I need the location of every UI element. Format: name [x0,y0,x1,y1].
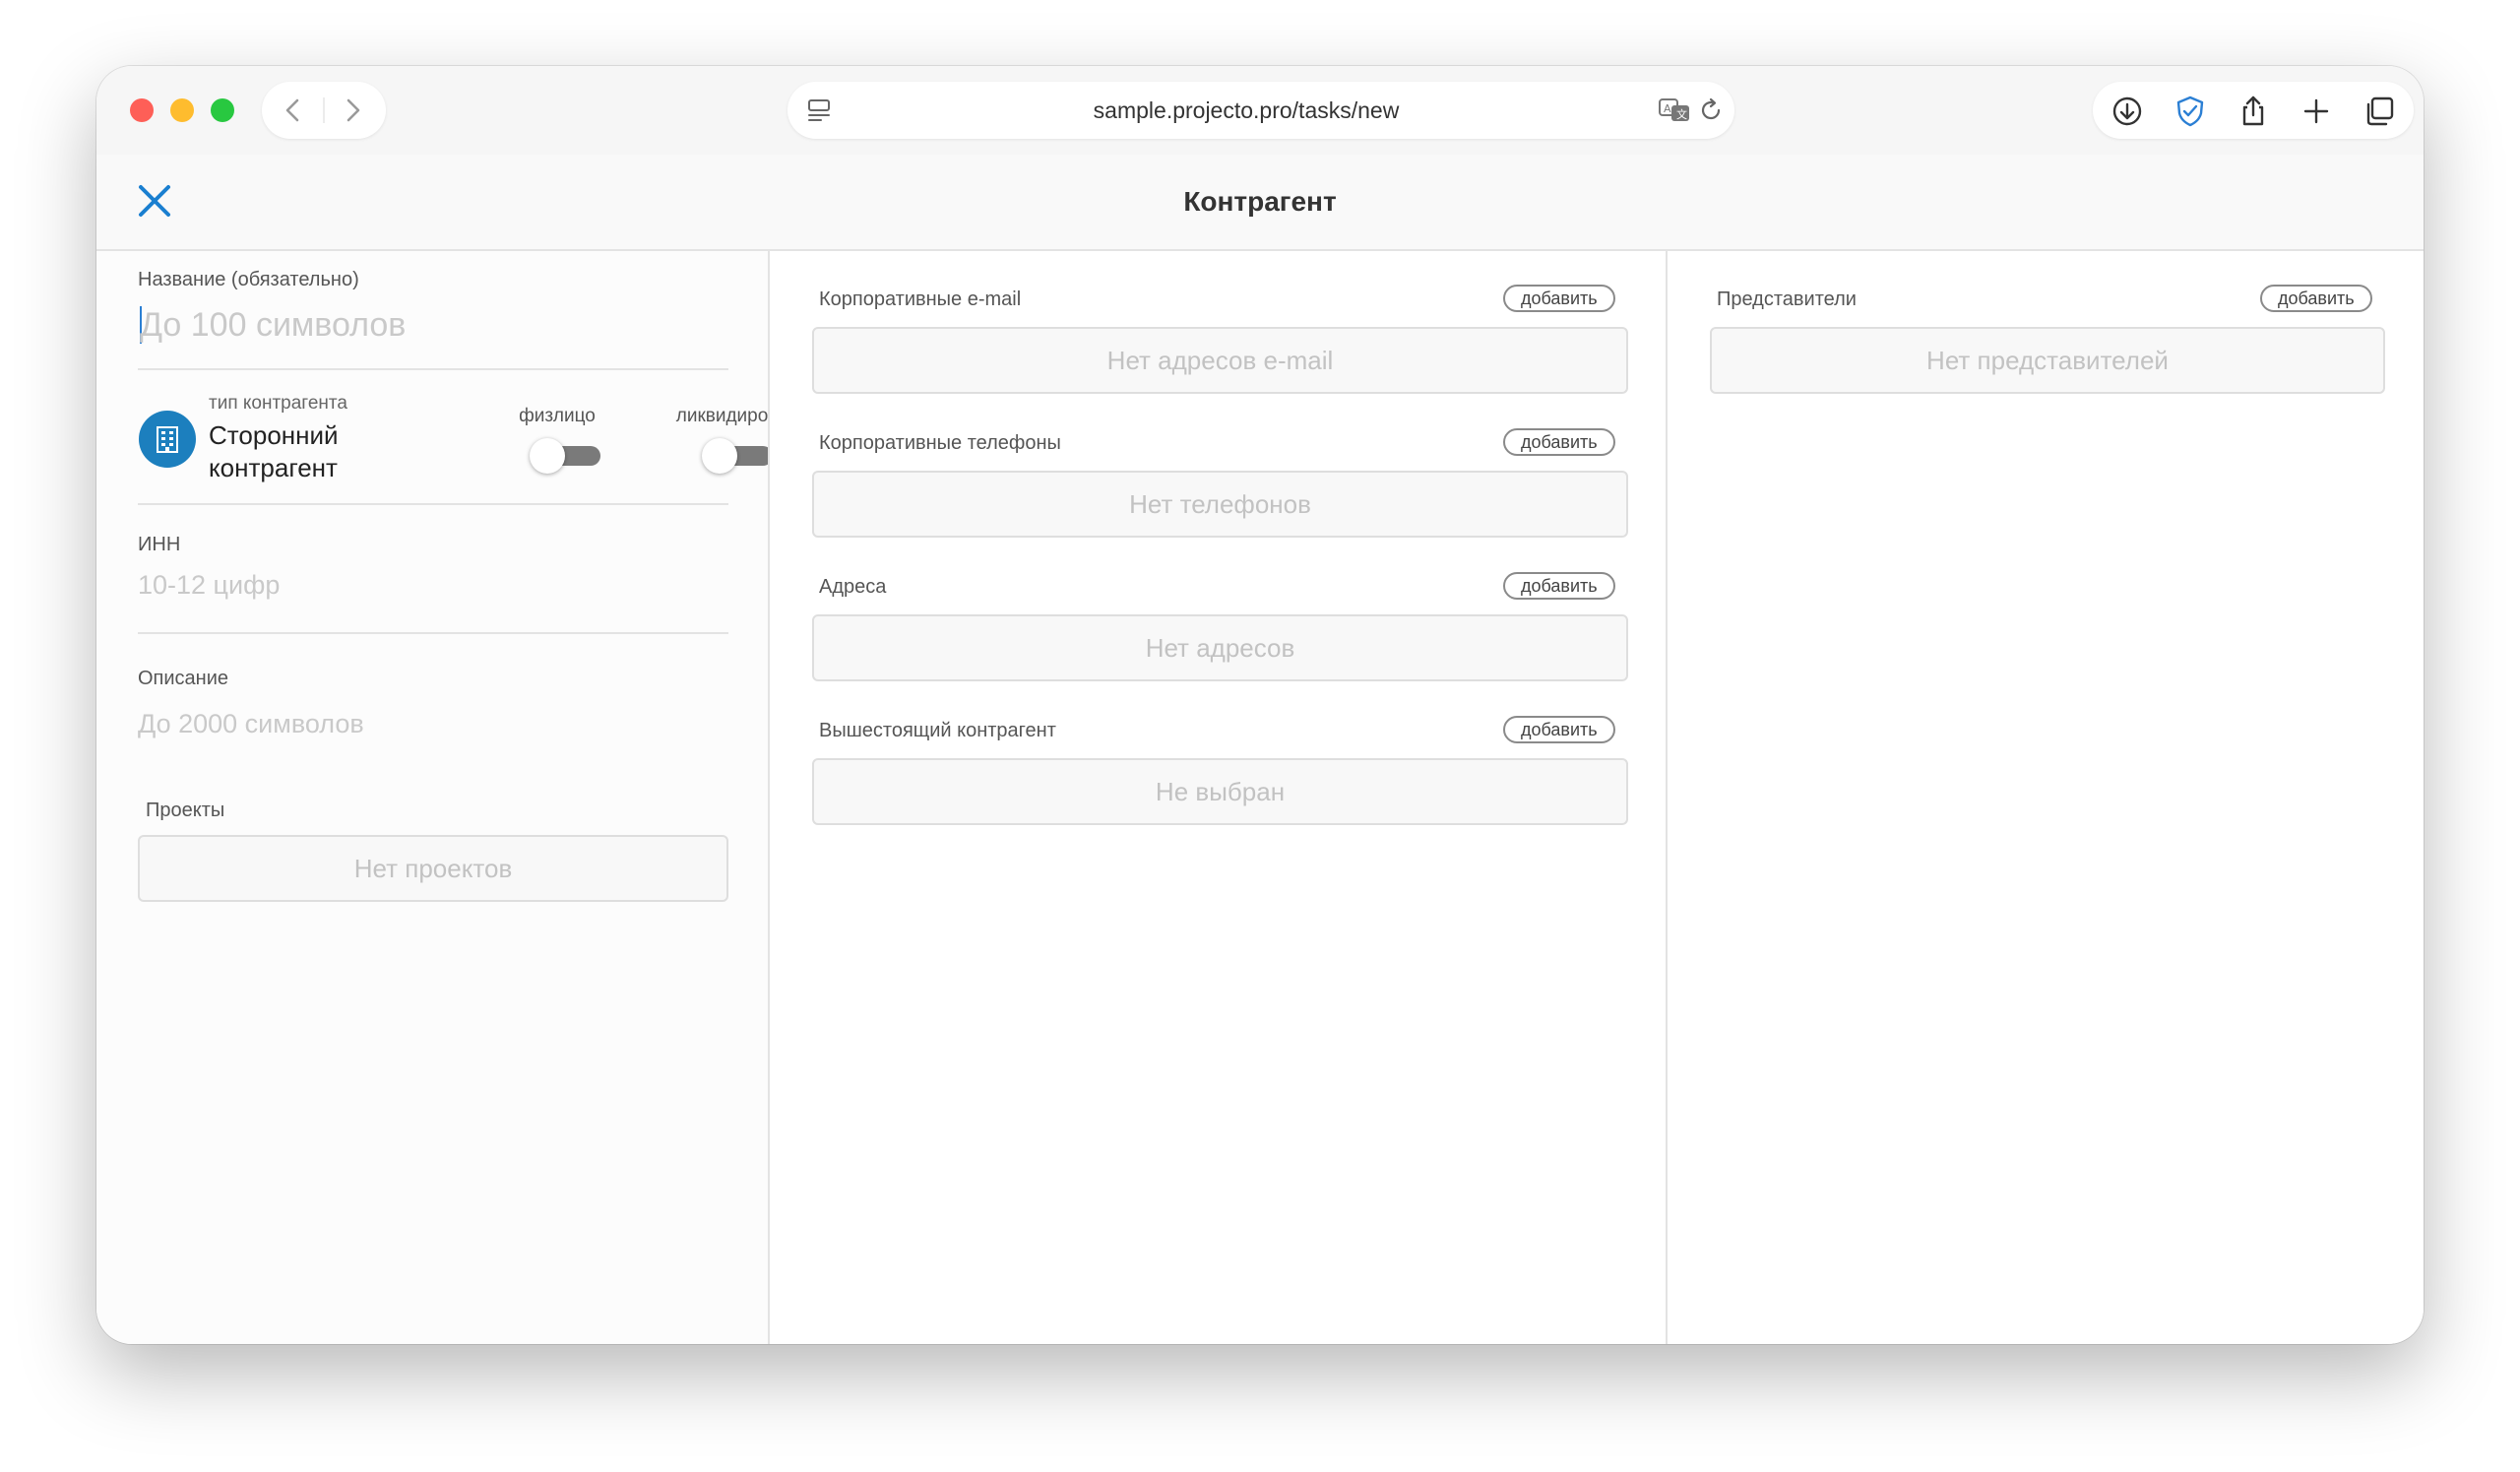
projects-empty-box[interactable]: Нет проектов [138,835,728,902]
emails-label: Корпоративные e-mail [819,288,1022,310]
representatives-label: Представители [1717,288,1857,310]
parent-counterparty-label: Вышестоящий контрагент [819,720,1056,741]
addresses-label: Адреса [819,576,887,598]
toggle-knob [702,438,737,474]
inn-underline [138,632,728,634]
navigation-group [262,82,386,139]
left-column: Название (обязательно) До 100 символов т… [96,251,798,1344]
toggle-knob [530,438,565,474]
name-underline [138,368,728,370]
back-icon[interactable] [278,95,309,126]
name-input[interactable]: До 100 символов [140,306,406,345]
description-input[interactable]: До 2000 символов [138,709,364,739]
new-tab-icon[interactable] [2300,95,2333,128]
counterparty-type-value[interactable]: Сторонний контрагент [209,419,396,484]
name-label: Название (обязательно) [138,269,359,290]
address-bar[interactable]: sample.projecto.pro/tasks/new A 文 [788,82,1734,139]
middle-column: Корпоративные e-mail добавить Нет адресо… [770,251,1666,1344]
app-header: Контрагент [96,155,2424,251]
addresses-empty-box[interactable]: Нет адресов [812,614,1628,681]
svg-text:文: 文 [1676,107,1687,121]
add-parent-button[interactable]: добавить [1503,716,1615,743]
form-content: Название (обязательно) До 100 символов т… [96,251,2424,1344]
add-address-button[interactable]: добавить [1503,572,1615,600]
emails-empty-box[interactable]: Нет адресов e-mail [812,327,1628,394]
download-icon[interactable] [2110,95,2144,128]
type-divider [138,503,728,505]
page-title: Контрагент [1183,186,1337,217]
reload-icon[interactable] [1697,96,1725,124]
url-text[interactable]: sample.projecto.pro/tasks/new [856,82,1636,139]
inn-label: ИНН [138,534,181,555]
right-column: Представители добавить Нет представителе… [1668,251,2424,1344]
tabs-icon[interactable] [2362,95,2396,128]
add-email-button[interactable]: добавить [1503,285,1615,312]
shield-icon[interactable] [2174,95,2207,128]
parent-empty-box[interactable]: Не выбран [812,758,1628,825]
nav-separator [323,97,325,123]
building-icon [157,426,178,453]
add-representative-button[interactable]: добавить [2260,285,2372,312]
zoom-window-button[interactable] [211,98,234,122]
browser-window: sample.projecto.pro/tasks/new A 文 Контра… [96,66,2424,1344]
projects-label: Проекты [146,800,225,821]
browser-toolbar: sample.projecto.pro/tasks/new A 文 [96,66,2424,155]
forward-icon[interactable] [337,95,368,126]
phones-label: Корпоративные телефоны [819,432,1061,454]
add-phone-button[interactable]: добавить [1503,428,1615,456]
individual-toggle[interactable] [530,438,600,474]
minimize-window-button[interactable] [170,98,194,122]
svg-text:A: A [1664,102,1671,115]
phones-empty-box[interactable]: Нет телефонов [812,471,1628,538]
counterparty-type-button[interactable] [139,411,196,468]
reader-icon[interactable] [805,96,833,124]
inn-input[interactable]: 10-12 цифр [138,570,280,601]
translate-icon[interactable]: A 文 [1658,96,1691,125]
description-label: Описание [138,668,229,689]
share-icon[interactable] [2236,95,2270,128]
liquidated-toggle[interactable] [702,438,773,474]
counterparty-type-label: тип контрагента [209,393,347,414]
individual-label: физлицо [519,406,596,426]
close-window-button[interactable] [130,98,154,122]
toolbar-actions [2093,82,2414,139]
representatives-empty-box[interactable]: Нет представителей [1710,327,2385,394]
